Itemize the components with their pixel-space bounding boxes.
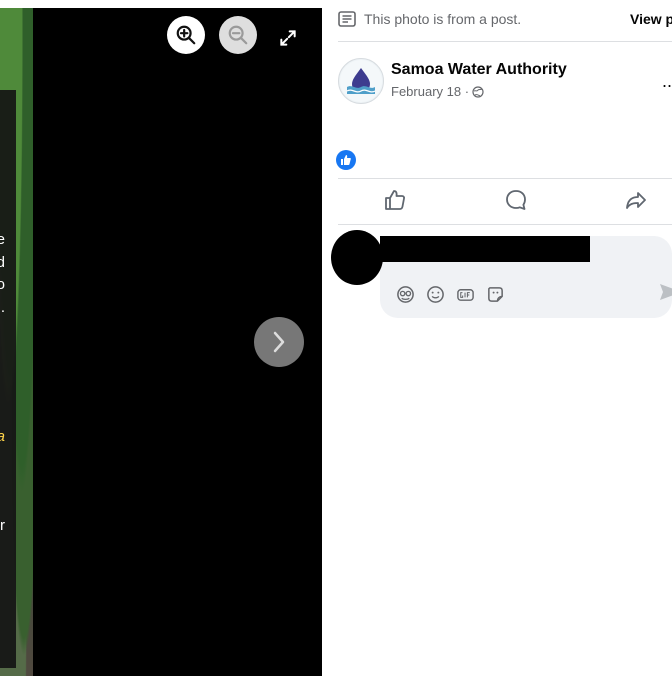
next-photo-button[interactable] [254,317,304,367]
comment-tools [394,283,506,305]
reaction-divider [338,178,672,179]
post-notice: This photo is from a post. [338,11,521,27]
page-name[interactable]: Samoa Water Authority [391,61,567,79]
fullscreen-button[interactable] [276,26,300,50]
actions-divider [338,224,672,225]
more-options-button[interactable]: ... [662,72,672,90]
post-icon [338,11,356,27]
view-post-link[interactable]: View p [630,11,672,27]
caption-fragment: d [0,254,5,271]
next-photo-icon [273,331,285,353]
zoom-out-button[interactable] [219,16,257,54]
caption-fragment: a [0,426,5,448]
zoom-in-button[interactable] [167,16,205,54]
like-reaction-icon [341,155,351,165]
send-button[interactable] [659,283,672,301]
caption-fragment: . [0,299,5,316]
like-icon [385,190,405,210]
like-button[interactable] [381,186,409,214]
sticker-icon [487,286,503,302]
page-avatar[interactable] [338,58,384,104]
send-icon [660,284,672,300]
share-button[interactable] [622,186,650,214]
post-panel: This photo is from a post. View p Samoa … [322,0,672,676]
comment-icon [506,190,526,210]
commenter-avatar [331,230,383,285]
header-divider [338,41,672,42]
comment-button[interactable] [502,186,530,214]
like-reaction-badge[interactable] [336,150,356,170]
samoa-water-logo-icon [340,60,382,102]
gif-button[interactable] [454,283,476,305]
photo-viewer: e d o . a r [0,8,322,676]
post-date-text: February 18 · [391,84,470,99]
gif-icon [456,288,474,301]
post-notice-text: This photo is from a post. [364,11,522,27]
share-icon [626,192,646,209]
redacted-comment-placeholder [380,236,590,262]
public-globe-icon [472,85,484,98]
caption-fragment: o [0,276,5,293]
post-timestamp: February 18 · [391,84,484,99]
caption-overlay [0,90,16,668]
zoom-out-icon [228,25,248,45]
avatar-sticker-button[interactable] [394,283,416,305]
sticker-button[interactable] [484,283,506,305]
zoom-in-icon [176,25,196,45]
fullscreen-icon [280,30,296,46]
caption-fragment: r [0,517,5,534]
photo-image: e d o . a r [0,8,33,676]
avatar-sticker-icon [396,285,414,303]
emoji-button[interactable] [424,283,446,305]
caption-fragment: e [0,231,5,248]
emoji-icon [426,285,444,303]
